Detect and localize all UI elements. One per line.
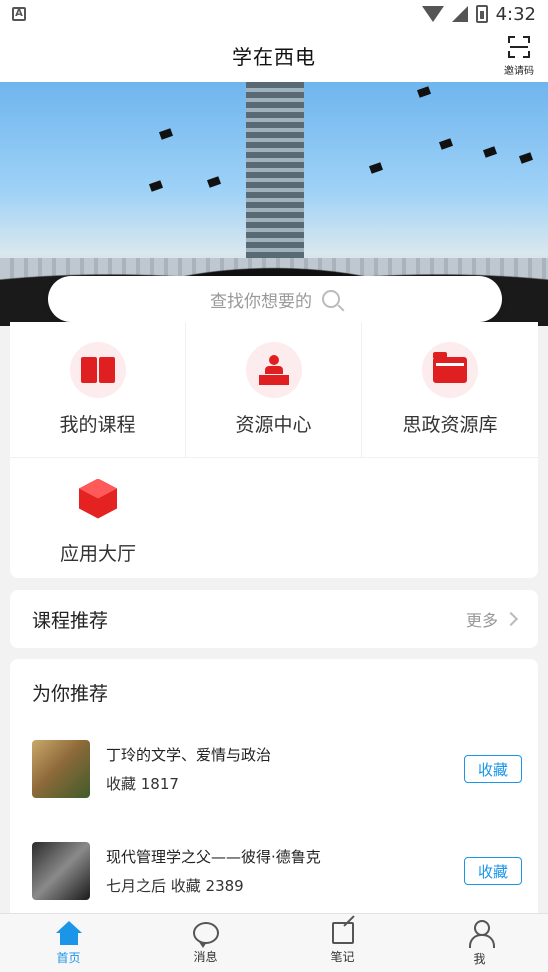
graduation-cap-icon <box>416 86 432 98</box>
course-title: 丁玲的文学、爱情与政治 <box>106 746 272 764</box>
course-recommend-section: 课程推荐 更多 <box>10 590 538 648</box>
search-input[interactable]: 查找你想要的 <box>48 276 502 322</box>
chat-bubble-icon <box>192 921 219 948</box>
status-right: 4:32 <box>421 3 536 25</box>
search-icon <box>322 290 340 308</box>
tab-messages[interactable]: 消息 <box>137 914 274 972</box>
grid-item-label: 我的课程 <box>59 414 136 436</box>
wifi-icon <box>421 6 444 22</box>
tab-label: 消息 <box>193 949 218 964</box>
section-title: 课程推荐 <box>32 609 109 632</box>
icon-background <box>69 342 126 398</box>
graduation-cap-icon <box>148 180 164 192</box>
user-icon <box>467 919 495 948</box>
lecturer-icon <box>258 355 289 385</box>
course-meta: 七月之后 收藏 2389 <box>106 877 244 895</box>
course-info: 丁玲的文学、爱情与政治 收藏 1817 <box>106 744 464 794</box>
bottom-tab-bar: 首页 消息 笔记 我 <box>0 913 548 972</box>
grid-item-label: 思政资源库 <box>402 414 498 436</box>
graduation-cap-icon <box>438 138 454 150</box>
signal-icon <box>451 6 468 22</box>
grid-item-ideology-library[interactable]: 思政资源库 <box>362 322 538 457</box>
grid-item-my-courses[interactable]: 我的课程 <box>10 322 186 457</box>
course-thumbnail <box>32 740 90 798</box>
search-placeholder: 查找你想要的 <box>210 291 312 312</box>
grid-item-label: 资源中心 <box>235 414 312 436</box>
battery-icon <box>475 5 488 23</box>
graduation-cap-icon <box>518 152 534 164</box>
icon-background <box>422 342 478 398</box>
tab-label: 首页 <box>56 950 81 965</box>
more-label: 更多 <box>465 611 498 630</box>
chevron-right-icon <box>503 611 519 627</box>
graduation-cap-icon <box>206 176 222 188</box>
favorite-button[interactable]: 收藏 <box>464 755 522 783</box>
icon-background <box>70 471 126 527</box>
grid-item-resource-center[interactable]: 资源中心 <box>186 322 362 457</box>
status-time: 4:32 <box>495 3 536 25</box>
feature-grid: 我的课程 资源中心 思政资源库 应用大厅 <box>10 322 538 578</box>
notification-icon: A <box>12 7 26 21</box>
icon-background <box>245 342 302 398</box>
book-icon <box>80 357 115 383</box>
graduation-cap-icon <box>158 128 174 140</box>
section-title: 为你推荐 <box>32 683 109 705</box>
invite-code-label: 邀请码 <box>504 66 534 77</box>
title-bar: 学在西电 邀请码 <box>0 28 548 82</box>
favorite-button[interactable]: 收藏 <box>464 857 522 885</box>
tab-label: 笔记 <box>330 949 355 964</box>
graduation-cap-icon <box>368 162 384 174</box>
home-icon <box>55 920 82 945</box>
scan-icon <box>508 36 530 58</box>
graduation-cap-icon <box>482 146 498 158</box>
cube-icon <box>79 478 117 519</box>
tab-label: 我 <box>473 951 486 966</box>
page-title: 学在西电 <box>232 44 316 69</box>
invite-code-button[interactable]: 邀请码 <box>502 34 536 78</box>
course-meta: 收藏 1817 <box>106 775 179 793</box>
tab-notes[interactable]: 笔记 <box>274 914 411 972</box>
folder-icon <box>433 352 467 383</box>
edit-note-icon <box>331 921 354 944</box>
course-thumbnail <box>32 842 90 900</box>
status-bar: A 4:32 <box>0 0 548 28</box>
course-info: 现代管理学之父——彼得·德鲁克 七月之后 收藏 2389 <box>106 846 464 896</box>
list-item[interactable]: 现代管理学之父——彼得·德鲁克 七月之后 收藏 2389 收藏 <box>32 841 522 901</box>
tab-me[interactable]: 我 <box>411 914 548 972</box>
tab-home[interactable]: 首页 <box>0 914 137 972</box>
course-title: 现代管理学之父——彼得·德鲁克 <box>106 848 321 866</box>
grid-item-label: 应用大厅 <box>59 542 136 565</box>
more-link[interactable]: 更多 <box>465 607 519 631</box>
list-item[interactable]: 丁玲的文学、爱情与政治 收藏 1817 收藏 <box>32 739 522 799</box>
grid-item-app-hall[interactable]: 应用大厅 <box>10 458 186 578</box>
for-you-section: 为你推荐 丁玲的文学、爱情与政治 收藏 1817 收藏 现代管理学之父——彼得·… <box>10 659 538 913</box>
